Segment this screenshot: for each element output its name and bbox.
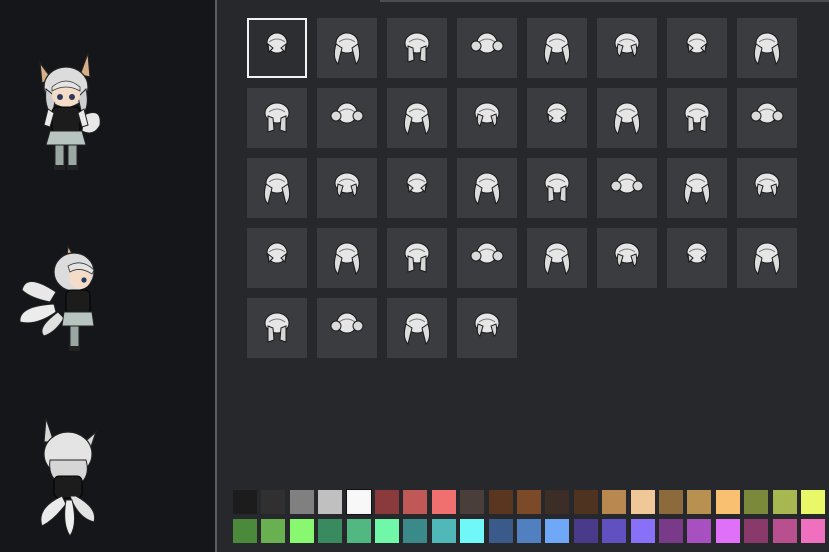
hair-option-straight-bob[interactable]: [667, 228, 727, 288]
character-front-icon: [22, 45, 112, 175]
character-back-icon: [22, 412, 112, 542]
color-swatch[interactable]: [261, 519, 286, 543]
hair-option-side-swept-long[interactable]: [597, 228, 657, 288]
hair-option-messy-short[interactable]: [457, 158, 517, 218]
hair-option-twin-drills[interactable]: [597, 18, 657, 78]
color-swatch[interactable]: [772, 519, 797, 543]
color-swatch[interactable]: [431, 490, 456, 514]
color-swatch[interactable]: [517, 519, 541, 543]
color-swatch[interactable]: [545, 490, 570, 514]
hair-option-fluffy-braids[interactable]: [457, 298, 517, 358]
color-swatch[interactable]: [346, 519, 371, 543]
color-swatch[interactable]: [630, 519, 655, 543]
color-swatch[interactable]: [375, 519, 399, 543]
hair-color-palette: [233, 489, 825, 546]
color-swatch[interactable]: [659, 490, 683, 514]
color-swatch[interactable]: [318, 519, 343, 543]
hair-option-pigtails[interactable]: [387, 18, 447, 78]
color-swatch[interactable]: [233, 519, 257, 543]
color-swatch[interactable]: [233, 490, 257, 514]
hair-option-wavy-long[interactable]: [457, 228, 517, 288]
color-swatch[interactable]: [573, 490, 598, 514]
hair-option-slick-back[interactable]: [247, 298, 307, 358]
color-swatch[interactable]: [630, 490, 655, 514]
hair-option-ringlets[interactable]: [247, 158, 307, 218]
hair-option-tiny-crop[interactable]: [597, 88, 657, 148]
hair-option-spiky-up[interactable]: [737, 158, 797, 218]
hair-option-rounded-bob[interactable]: [387, 88, 447, 148]
color-swatch[interactable]: [687, 519, 712, 543]
color-swatch[interactable]: [715, 519, 740, 543]
hair-option-long-straight[interactable]: [667, 88, 727, 148]
color-swatch[interactable]: [715, 490, 740, 514]
color-swatch[interactable]: [801, 519, 825, 543]
color-swatch[interactable]: [801, 490, 825, 514]
color-swatch[interactable]: [488, 519, 513, 543]
color-swatch[interactable]: [602, 519, 627, 543]
hair-option-braided-bob[interactable]: [387, 298, 447, 358]
color-swatch[interactable]: [602, 490, 627, 514]
color-swatch[interactable]: [517, 490, 541, 514]
hair-option-cropped[interactable]: [317, 88, 377, 148]
color-swatch[interactable]: [431, 519, 456, 543]
character-creator: [0, 0, 829, 552]
color-swatch[interactable]: [375, 490, 399, 514]
color-swatch[interactable]: [744, 490, 769, 514]
color-swatch[interactable]: [289, 490, 314, 514]
color-swatch[interactable]: [289, 519, 314, 543]
color-swatch[interactable]: [545, 519, 570, 543]
hair-option-hime-long[interactable]: [737, 88, 797, 148]
hair-option-short-bob[interactable]: [247, 18, 307, 78]
color-swatch[interactable]: [772, 490, 797, 514]
hair-option-tousled[interactable]: [527, 158, 587, 218]
hair-option-flowing-long[interactable]: [387, 158, 447, 218]
color-swatch[interactable]: [573, 519, 598, 543]
hair-option-short-cropped[interactable]: [317, 158, 377, 218]
hair-option-mid-length[interactable]: [247, 88, 307, 148]
hair-option-long-side-tail[interactable]: [387, 228, 447, 288]
hair-option-swept-short[interactable]: [317, 228, 377, 288]
hair-option-braided-buns[interactable]: [457, 18, 517, 78]
hair-option-bowl[interactable]: [527, 88, 587, 148]
color-swatch[interactable]: [318, 490, 343, 514]
hair-option-messy-bob[interactable]: [737, 228, 797, 288]
color-swatch[interactable]: [403, 490, 428, 514]
hair-option-wolf-cut[interactable]: [667, 158, 727, 218]
color-swatch[interactable]: [488, 490, 513, 514]
color-swatch[interactable]: [687, 490, 712, 514]
hair-option-spiky-short[interactable]: [737, 18, 797, 78]
character-side-icon: [16, 232, 106, 362]
color-swatch[interactable]: [659, 519, 683, 543]
color-swatch[interactable]: [261, 490, 286, 514]
hair-option-topknot[interactable]: [247, 228, 307, 288]
hair-option-side-ponytail[interactable]: [527, 18, 587, 78]
color-swatch[interactable]: [460, 490, 485, 514]
top-border: [380, 0, 829, 2]
color-swatch[interactable]: [460, 519, 485, 543]
hair-option-pixie[interactable]: [457, 88, 517, 148]
hair-option-wild-mane[interactable]: [317, 298, 377, 358]
color-swatch[interactable]: [744, 519, 769, 543]
hair-option-long-twintails[interactable]: [317, 18, 377, 78]
color-swatch[interactable]: [403, 519, 428, 543]
character-preview-panel: [0, 0, 215, 552]
color-swatch[interactable]: [345, 489, 372, 515]
hair-option-short-curl[interactable]: [667, 18, 727, 78]
panel-divider: [215, 0, 217, 552]
hair-option-shaggy[interactable]: [597, 158, 657, 218]
hair-option-odango[interactable]: [527, 228, 587, 288]
